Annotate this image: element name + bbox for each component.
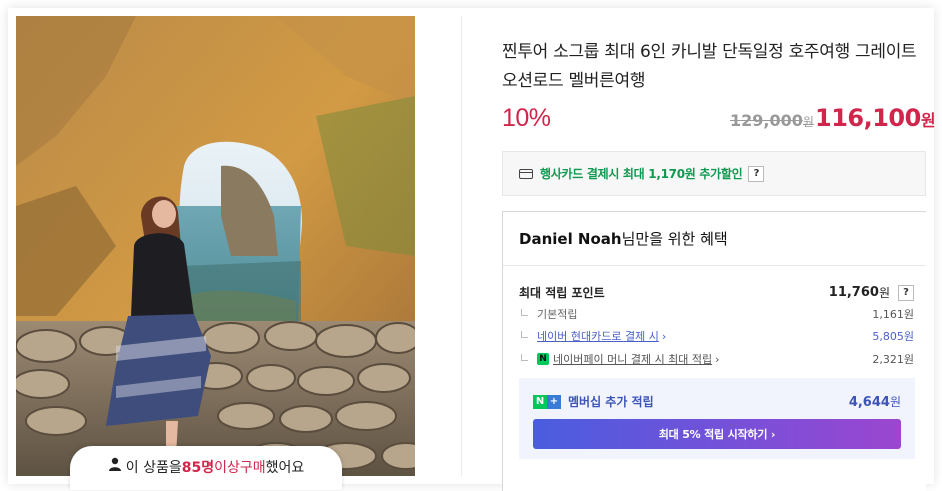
benefit-item-naverpay[interactable]: N 네이버페이 머니 결제 시 최대 적립 › 2,321원 — [521, 351, 914, 367]
buyers-count: 85명 — [181, 460, 215, 476]
naverpay-link[interactable]: 네이버페이 머니 결제 시 최대 적립 — [553, 351, 712, 367]
membership-amount: 4,644원 — [849, 393, 901, 410]
user-name: Daniel Noah — [519, 229, 622, 248]
sale-price-value: 116,100 — [815, 104, 921, 132]
hyundai-card-link[interactable]: 네이버 현대카드로 결제 시 — [537, 328, 659, 344]
max-points-value: 11,760 — [828, 285, 879, 300]
membership-box: N + 멤버십 추가 적립 4,644원 최대 5% 적립 시작하기 › — [519, 378, 915, 459]
credit-card-icon — [519, 168, 533, 179]
max-points-row: 최대 적립 포인트 11,760 원 ? — [519, 284, 914, 301]
benefit-item-basic: 기본적립 1,161원 — [521, 306, 914, 322]
sale-price: 116,100원 — [815, 104, 936, 132]
buyers-highlight: 구매 — [239, 460, 266, 476]
buyers-count-badge: 이 상품을 85명 이상 구매 했어요 — [70, 446, 342, 490]
discount-rate: 10% — [502, 104, 551, 132]
product-image[interactable] — [16, 16, 415, 476]
member-benefit-panel: Daniel Noah 님만을 위한 혜택 최대 적립 포인트 11,760 원 ?… — [502, 211, 926, 491]
naver-plus-icon: N + — [533, 394, 561, 409]
membership-unit: 원 — [889, 395, 901, 409]
membership-value: 4,644 — [848, 395, 890, 410]
benefit-item-value: 5,805원 — [872, 330, 914, 343]
card-discount-text: 행사카드 결제시 최대 1,170원 추가할인 — [540, 167, 743, 181]
tree-corner-icon — [521, 353, 528, 361]
tree-corner-icon — [521, 330, 528, 338]
buyers-suffix: 했어요 — [265, 460, 305, 476]
original-price-value: 129,000 — [730, 111, 803, 130]
benefit-heading: Daniel Noah 님만을 위한 혜택 — [503, 212, 926, 266]
membership-label: 멤버십 추가 적립 — [568, 395, 654, 409]
original-price-unit: 원 — [802, 115, 814, 129]
buyers-mid: 이상 — [214, 460, 240, 476]
benefit-item-label: 기본적립 — [537, 308, 578, 321]
column-divider — [461, 16, 462, 476]
membership-start-button[interactable]: 최대 5% 적립 시작하기 › — [533, 419, 901, 449]
max-points-amount: 11,760 원 ? — [829, 284, 914, 301]
membership-row: N + 멤버십 추가 적립 4,644원 — [533, 393, 901, 410]
max-points-label: 최대 적립 포인트 — [519, 286, 605, 300]
product-title: 찐투어 소그룹 최대 6인 카니발 단독일정 호주여행 그레이트오션로드 멜버른… — [502, 42, 917, 91]
card-discount-banner: 행사카드 결제시 최대 1,170원 추가할인 ? — [502, 151, 926, 196]
max-points-unit: 원 — [878, 286, 890, 300]
sale-price-unit: 원 — [920, 111, 936, 130]
chevron-right-icon: › — [661, 329, 667, 343]
help-icon[interactable]: ? — [748, 165, 765, 182]
tree-corner-icon — [521, 308, 528, 316]
benefit-item-value: 2,321원 — [872, 353, 914, 366]
naverpay-icon: N — [537, 353, 549, 365]
benefit-item-hyundai-card[interactable]: 네이버 현대카드로 결제 시 › 5,805원 — [521, 328, 914, 344]
benefit-item-value: 1,161원 — [872, 308, 914, 321]
original-price: 129,000원 — [730, 111, 814, 130]
benefit-heading-suffix: 님만을 위한 혜택 — [621, 230, 728, 248]
chevron-right-icon: › — [715, 352, 720, 366]
buyers-prefix: 이 상품을 — [125, 460, 182, 476]
product-photo — [16, 16, 415, 476]
help-icon[interactable]: ? — [898, 284, 914, 301]
person-icon — [108, 457, 121, 471]
